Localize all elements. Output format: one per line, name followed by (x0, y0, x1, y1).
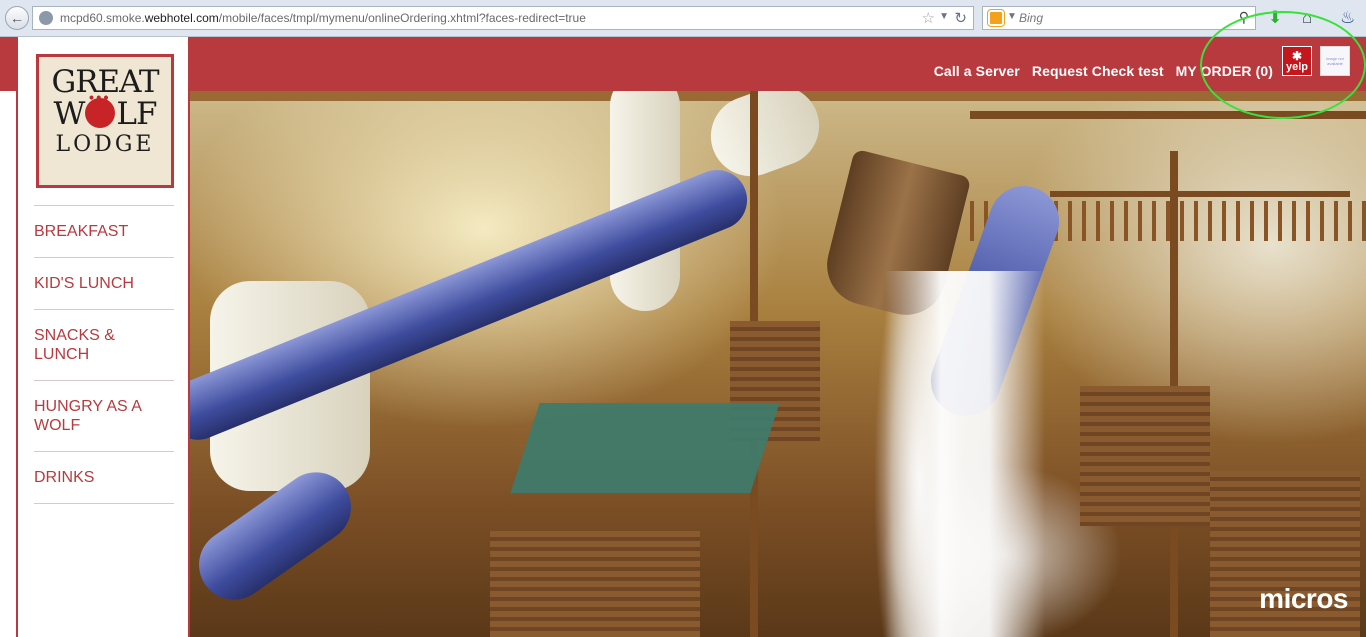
flame-icon[interactable]: ♨ (1340, 8, 1355, 28)
water-splash (885, 271, 1045, 637)
url-text: mcpd60.smoke.webhotel.com/mobile/faces/t… (60, 11, 586, 25)
menu-item-snacks-lunch[interactable]: SNACKS & LUNCH (34, 310, 174, 381)
header-nav: Call a Server Request Check test MY ORDE… (934, 63, 1273, 79)
menu-item-kids-lunch[interactable]: KID'S LUNCH (34, 258, 174, 310)
treehouse (490, 531, 700, 637)
download-icon[interactable]: ⬇ (1268, 8, 1282, 28)
image-placeholder-icon[interactable]: image not available (1320, 46, 1350, 76)
globe-icon (39, 11, 53, 25)
micros-logo: micros (1259, 583, 1348, 614)
hero-photo: micros (190, 91, 1366, 637)
site-header: Call a Server Request Check test MY ORDE… (0, 37, 1366, 91)
treehouse (1080, 386, 1210, 526)
menu-item-hungry-as-a-wolf[interactable]: HUNGRY AS A WOLF (34, 381, 174, 452)
search-icon[interactable]: ⚲ (1239, 9, 1249, 26)
home-icon[interactable]: ⌂ (1302, 8, 1312, 28)
great-wolf-lodge-logo[interactable]: GREAT WLF LODGE (36, 54, 174, 188)
beam (1050, 191, 1350, 197)
reload-icon[interactable]: ↻ (954, 9, 967, 27)
logo-text-lodge: LODGE (55, 132, 155, 157)
logo-text-wolf: WLF (39, 83, 171, 130)
address-bar[interactable]: mcpd60.smoke.webhotel.com/mobile/faces/t… (32, 6, 974, 30)
yelp-icon[interactable]: yelp (1282, 36, 1312, 76)
request-check-link[interactable]: Request Check test (1032, 63, 1164, 79)
search-placeholder: Bing (1019, 11, 1044, 25)
history-dropdown-icon[interactable]: ▼ (939, 11, 949, 22)
menu-list: BREAKFAST KID'S LUNCH SNACKS & LUNCH HUN… (34, 205, 174, 504)
back-arrow-icon[interactable]: ← (5, 6, 29, 30)
call-server-link[interactable]: Call a Server (934, 63, 1020, 79)
search-engine-dropdown-icon[interactable]: ▼ (1007, 11, 1017, 22)
paw-icon (85, 83, 116, 128)
beam (970, 111, 1366, 119)
menu-item-breakfast[interactable]: BREAKFAST (34, 206, 174, 258)
menu-item-drinks[interactable]: DRINKS (34, 452, 174, 504)
my-order-link[interactable]: MY ORDER (0) (1176, 63, 1273, 79)
bing-icon[interactable] (987, 9, 1005, 27)
bookmark-star-icon[interactable]: ☆ (922, 9, 935, 27)
browser-toolbar: ← mcpd60.smoke.webhotel.com/mobile/faces… (0, 0, 1366, 37)
tarp (510, 403, 780, 493)
search-input[interactable]: ▼ Bing ⚲ (982, 6, 1256, 30)
sidebar: GREAT WLF LODGE BREAKFAST KID'S LUNCH SN… (16, 37, 190, 637)
